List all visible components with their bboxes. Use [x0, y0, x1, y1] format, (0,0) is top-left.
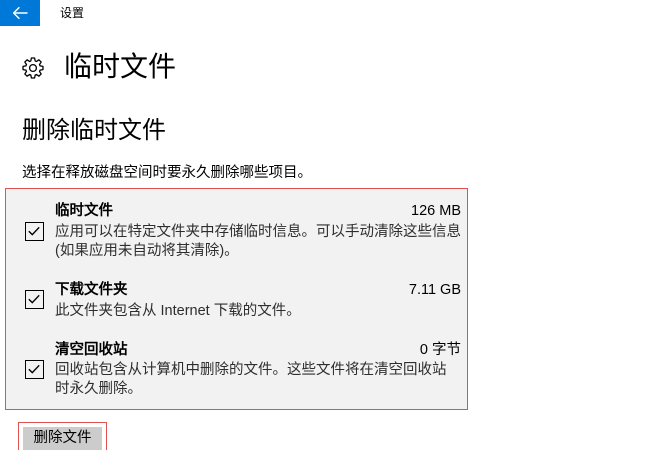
gear-icon [22, 57, 44, 79]
section-heading: 删除临时文件 [22, 117, 166, 144]
item-title: 清空回收站 [55, 342, 128, 358]
item-checkbox[interactable] [25, 290, 44, 309]
item-checkbox[interactable] [25, 360, 44, 379]
item-title: 临时文件 [55, 203, 113, 219]
page-title: 临时文件 [64, 51, 177, 82]
back-button[interactable] [0, 0, 40, 26]
item-size: 126 MB [411, 203, 461, 219]
item-size: 7.11 GB [408, 282, 461, 298]
delete-files-button[interactable]: 删除文件 [23, 427, 102, 450]
back-arrow-icon [12, 6, 28, 20]
item-description: 应用可以在特定文件夹中存储临时信息。可以手动清除这些信息(如果应用未自动将其清除… [55, 224, 461, 259]
checkmark-icon [28, 294, 40, 304]
item-title: 下载文件夹 [55, 282, 128, 298]
gear-outline [22, 57, 44, 79]
item-size: 0 字节 [419, 342, 461, 358]
item-description: 此文件夹包含从 Internet 下载的文件。 [55, 303, 301, 319]
item-description: 回收站包含从计算机中删除的文件。这些文件将在清空回收站时永久删除。 [55, 362, 447, 397]
app-title: 设置 [60, 6, 85, 20]
section-description: 选择在释放磁盘空间时要永久删除哪些项目。 [22, 165, 312, 181]
gear-hub [28, 63, 38, 73]
checkmark-icon [28, 364, 40, 374]
checkmark-icon [28, 226, 40, 236]
item-checkbox[interactable] [25, 222, 44, 241]
